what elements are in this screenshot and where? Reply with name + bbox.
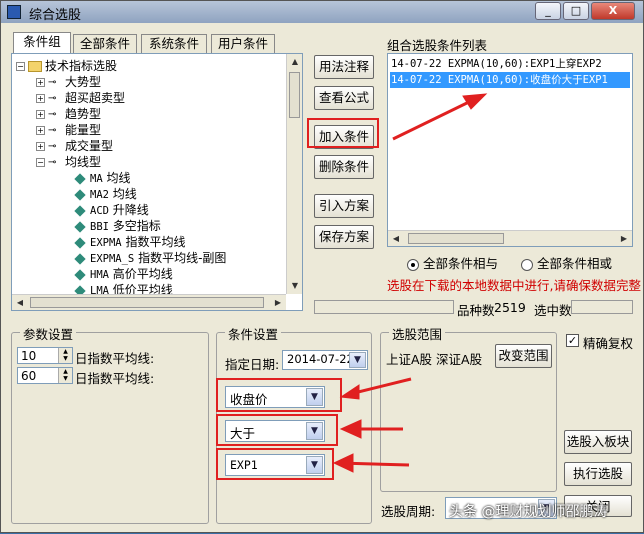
arrow-head: [339, 419, 362, 439]
arrow-head: [339, 384, 360, 400]
arrow-to-condition-list: [392, 99, 472, 141]
stock-screener-window: 综合选股 _ □ X 条件组 全部条件 系统条件 用户条件 − 技术指标选股 + ⊸…: [0, 0, 644, 533]
annotation-arrows: [332, 93, 488, 473]
arrow-head: [462, 93, 488, 110]
arrow-head: [332, 453, 354, 473]
